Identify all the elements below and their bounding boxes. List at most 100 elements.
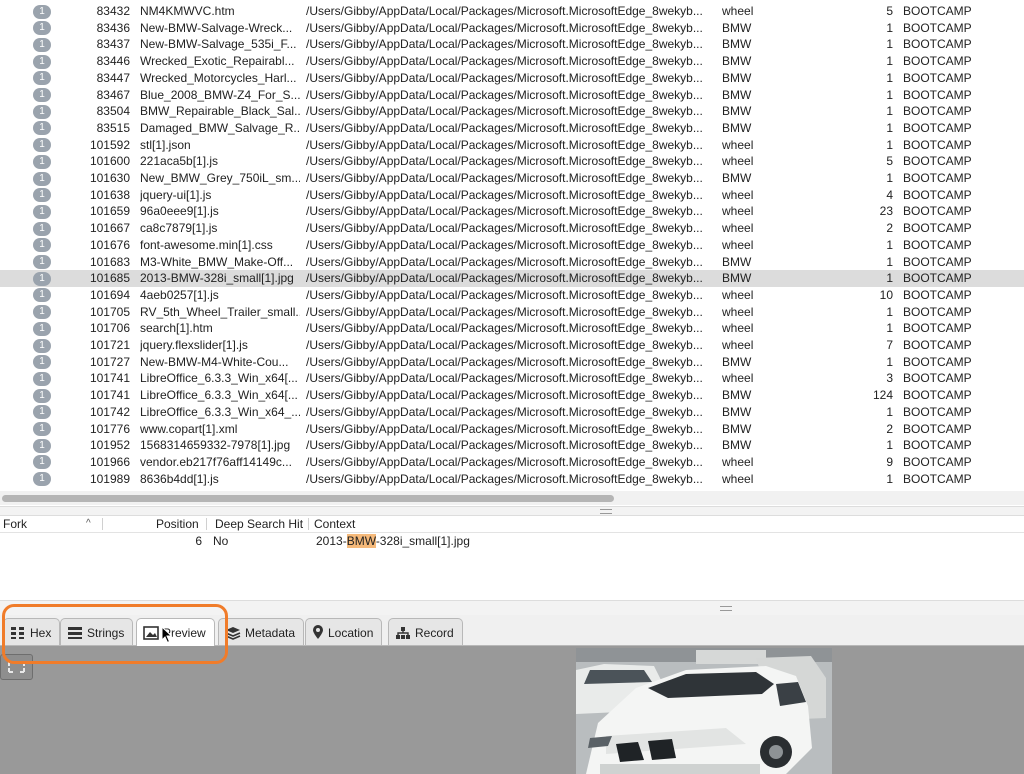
file-id: 83437 [96,37,130,52]
table-row[interactable]: 1 83504 BMW_Repairable_Black_Sal... /Users/… [0,103,1024,120]
fit-to-window-button[interactable] [0,654,33,680]
table-row[interactable]: 1 101694 4aeb0257[1].js/Users/Gibby/AppDat… [0,287,1024,304]
file-path: /Users/Gibby/AppData/Local/Packages/Micr… [306,120,703,135]
pane-splitter[interactable] [0,600,1024,616]
hit-count: 1 [886,37,893,52]
file-name: 8636b4dd[1].js [140,471,219,486]
tab-label: Strings [87,625,125,640]
scrollbar-thumb[interactable] [2,495,614,502]
column-header-fork[interactable]: Fork [3,516,27,532]
car-photo-image [576,648,832,774]
file-path: /Users/Gibby/AppData/Local/Packages/Micr… [306,104,703,119]
tab-strings[interactable]: Strings [60,618,134,645]
table-row[interactable]: 1 101676 font-awesome.min[1].css/Users/Gib… [0,237,1024,254]
table-row[interactable]: 1 101966 vendor.eb217f76aff14149c... /Users… [0,454,1024,471]
row-badge: 1 [33,88,51,102]
table-row[interactable]: 1 101952 1568314659332-7978[1].jpg/Users/G… [0,437,1024,454]
table-row[interactable]: 1 101667 ca8c7879[1].js/Users/Gibby/AppDat… [0,220,1024,237]
row-badge: 1 [33,238,51,253]
map-pin-icon [313,625,323,640]
column-header-deep-search-hit[interactable]: Deep Search Hit [215,516,303,532]
file-name: jquery.flexslider[1].js [140,338,248,352]
file-id: 83446 [96,54,130,69]
column-header-context[interactable]: Context [314,516,355,532]
tab-hex[interactable]: Hex [3,618,61,645]
table-row[interactable]: 1 83447 Wrecked_Motorcycles_Harl... /Users/… [0,70,1024,87]
table-row[interactable]: 1 101592 stl[1].json/Users/Gibby/AppData/L… [0,137,1024,154]
file-id: 101776 [89,421,130,436]
case-name: BOOTCAMP [903,154,972,169]
table-row[interactable]: 1 83446 Wrecked_Exotic_Repairabl... /Users/… [0,53,1024,70]
splitter-grip-icon [720,606,732,611]
table-row[interactable]: 1 101721 jquery.flexslider[1].js/Users/Gib… [0,337,1024,354]
tab-label: Hex [30,625,52,640]
case-name: BOOTCAMP [903,87,972,102]
hits-row[interactable]: 6 No 2013-BMW-328i_small[1].jpg [0,533,1024,550]
table-row[interactable]: 1 101705 RV_5th_Wheel_Trailer_small... /Use… [0,304,1024,321]
table-row[interactable]: 1 101741 LibreOffice_6.3.3_Win_x64[... /Use… [0,370,1024,387]
file-name: 4aeb0257[1].js [140,287,219,302]
search-term: wheel [722,154,754,169]
hit-count: 1 [886,354,893,369]
file-path: /Users/Gibby/AppData/Local/Packages/Micr… [306,371,703,386]
table-row[interactable]: 1 101706 search[1].htm/Users/Gibby/AppData… [0,320,1024,337]
file-path: /Users/Gibby/AppData/Local/Packages/Micr… [306,171,703,185]
context-prefix: 2013- [316,534,347,548]
table-row[interactable]: 1 101659 96a0eee9[1].js/Users/Gibby/AppDat… [0,203,1024,220]
file-id: 101741 [89,388,130,403]
file-path: /Users/Gibby/AppData/Local/Packages/Micr… [306,438,703,453]
hit-count: 10 [879,287,893,302]
table-row[interactable]: 1 83437 New-BMW-Salvage_535i_F... /Users/Gi… [0,36,1024,53]
row-badge: 1 [33,271,51,286]
file-path: /Users/Gibby/AppData/Local/Packages/Micr… [306,321,703,336]
file-id: 101742 [89,404,130,419]
file-path: /Users/Gibby/AppData/Local/Packages/Micr… [306,287,703,302]
table-row[interactable]: 1 101741 LibreOffice_6.3.3_Win_x64[... /Use… [0,387,1024,404]
column-divider [308,518,309,530]
tab-preview[interactable]: Preview [136,618,215,646]
case-name: BOOTCAMP [903,171,972,185]
case-name: BOOTCAMP [903,321,972,336]
case-name: BOOTCAMP [903,70,972,85]
file-path: /Users/Gibby/AppData/Local/Packages/Micr… [306,271,703,286]
table-row[interactable]: 1 83515 Damaged_BMW_Salvage_R... /Users/Gib… [0,120,1024,137]
table-row[interactable]: 1 101776 www.copart[1].xml/Users/Gibby/App… [0,421,1024,438]
file-name: LibreOffice_6.3.3_Win_x64[... [140,388,298,403]
file-id: 101667 [89,221,130,236]
table-row[interactable]: 1 101742 LibreOffice_6.3.3_Win_x64_... /Use… [0,404,1024,421]
table-row[interactable]: 1 83467 Blue_2008_BMW-Z4_For_S... /Users/Gi… [0,87,1024,104]
file-id: 101592 [89,137,130,152]
sitemap-icon [396,626,410,639]
file-path: /Users/Gibby/AppData/Local/Packages/Micr… [306,154,703,169]
search-term: wheel [722,321,754,336]
pane-splitter[interactable] [0,506,1024,516]
row-badge: 1 [33,405,51,420]
table-row[interactable]: 1 101683 M3-White_BMW_Make-Off... /Users/Gi… [0,254,1024,271]
case-name: BOOTCAMP [903,304,972,319]
search-term: BMW [722,120,752,135]
tab-record[interactable]: Record [388,618,463,645]
hit-count: 1 [886,438,893,453]
table-row-selected[interactable]: 1 101685 2013-BMW-328i_small[1].jpg/Users/… [0,270,1024,287]
table-row[interactable]: 1 101630 New_BMW_Grey_750iL_sm... /Users/Gi… [0,170,1024,187]
table-row[interactable]: 1 101600 221aca5b[1].js/Users/Gibby/AppDat… [0,153,1024,170]
search-term: wheel [722,4,754,18]
table-row[interactable]: 1 101989 8636b4dd[1].js/Users/Gibby/AppDat… [0,471,1024,488]
file-name: LibreOffice_6.3.3_Win_x64[... [140,371,298,386]
search-term: wheel [722,221,754,236]
table-row[interactable]: 1 83436 New-BMW-Salvage-Wreck... /Users/Gib… [0,20,1024,37]
file-id: 101638 [89,187,130,202]
case-name: BOOTCAMP [903,204,972,219]
horizontal-scrollbar[interactable] [0,491,1024,505]
file-id: 101694 [89,287,130,302]
row-badge: 1 [33,54,51,69]
table-row[interactable]: 1 101638 jquery-ui[1].js/Users/Gibby/AppDa… [0,187,1024,204]
hit-count: 1 [886,20,893,35]
table-row[interactable]: 1 83432 NM4KMWVC.htm/Users/Gibby/AppData/L… [0,3,1024,20]
column-header-position[interactable]: Position [156,516,199,532]
results-table: 1 83432 NM4KMWVC.htm/Users/Gibby/AppData/L… [0,0,1024,490]
tab-metadata[interactable]: Metadata [218,618,305,645]
tab-location[interactable]: Location [305,618,383,645]
table-row[interactable]: 1 101727 New-BMW-M4-White-Cou... /Users/Gib… [0,354,1024,371]
hit-count: 1 [886,70,893,85]
